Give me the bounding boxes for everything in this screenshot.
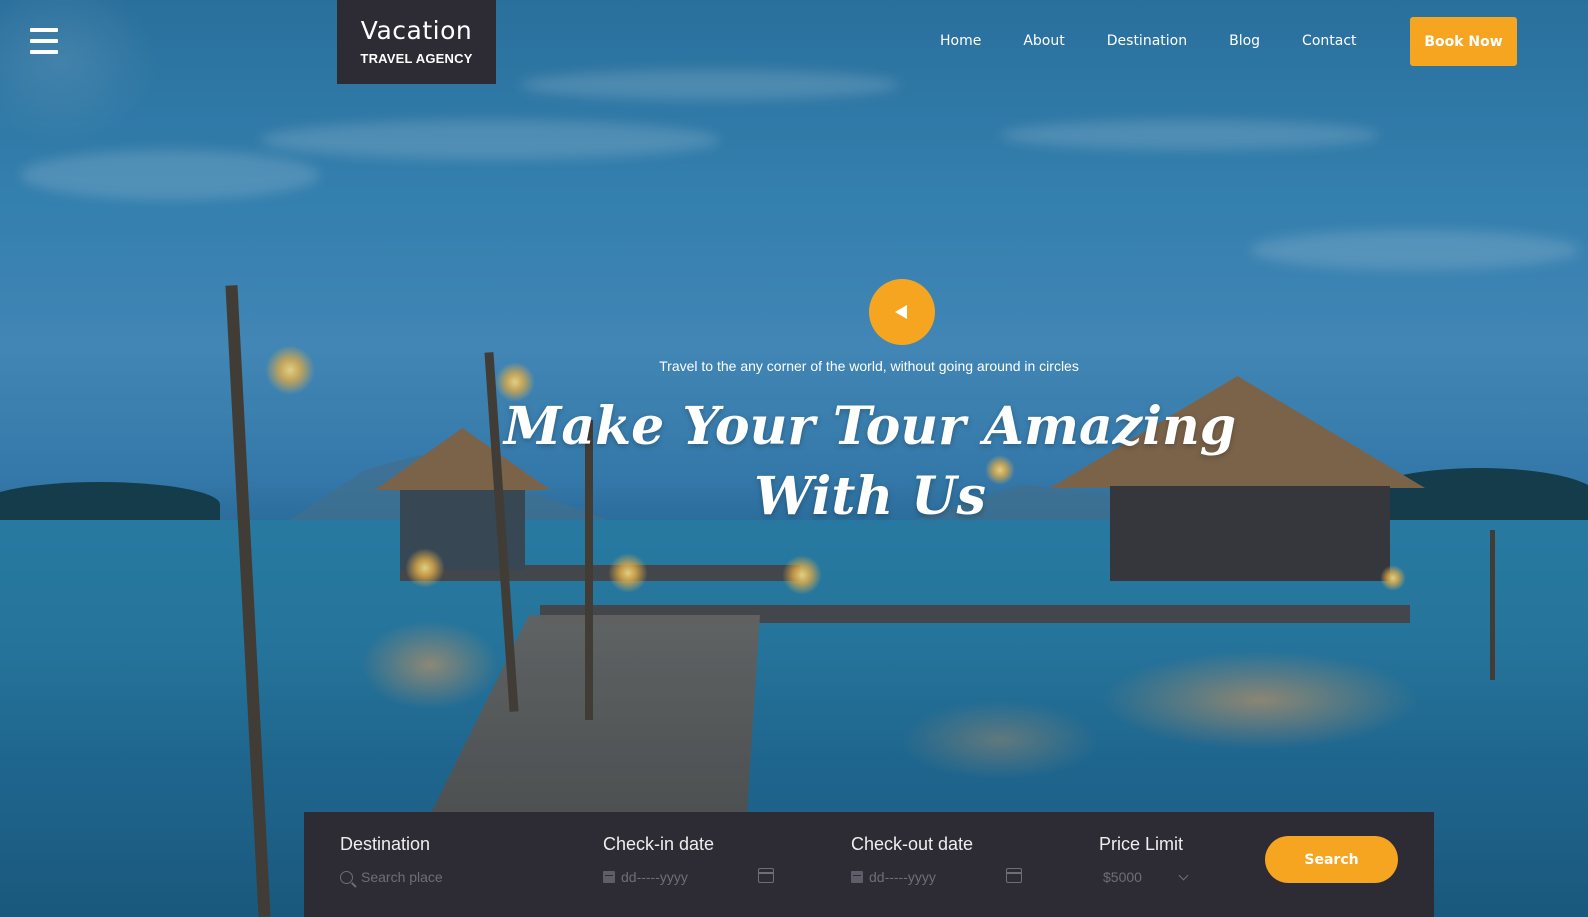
destination-label: Destination xyxy=(340,834,431,854)
price-label: Price Limit xyxy=(1099,834,1184,854)
menu-icon[interactable] xyxy=(30,28,58,54)
main-nav: Home About Destination Blog Contact xyxy=(940,33,1399,49)
headline-line-1: Make Your Tour Amazing xyxy=(503,396,1237,457)
destination-input[interactable]: Search place xyxy=(340,869,443,885)
calendar-icon xyxy=(603,871,615,883)
checkout-calendar-icon[interactable] xyxy=(1006,868,1022,883)
hero-headline: Make Your Tour Amazing With Us xyxy=(440,392,1300,532)
checkout-placeholder: dd-----yyyy xyxy=(869,869,936,885)
checkin-calendar-icon[interactable] xyxy=(758,868,774,883)
price-field: Price Limit $5000 xyxy=(1099,834,1189,885)
play-button[interactable] xyxy=(869,279,935,345)
hero-tagline: Travel to the any corner of the world, w… xyxy=(659,358,1079,374)
nav-contact[interactable]: Contact xyxy=(1302,33,1356,49)
checkin-label: Check-in date xyxy=(603,834,715,854)
logo-title: Vacation xyxy=(360,16,473,45)
checkout-label: Check-out date xyxy=(851,834,974,854)
checkin-placeholder: dd-----yyyy xyxy=(621,869,688,885)
price-value: $5000 xyxy=(1103,869,1142,885)
headline-line-2: With Us xyxy=(754,466,986,527)
nav-destination[interactable]: Destination xyxy=(1107,33,1187,49)
destination-field: Destination Search place xyxy=(340,834,443,885)
checkout-field: Check-out date dd-----yyyy xyxy=(851,834,1031,885)
nav-home[interactable]: Home xyxy=(940,33,981,49)
nav-about[interactable]: About xyxy=(1023,33,1064,49)
price-select[interactable]: $5000 xyxy=(1099,869,1189,885)
search-icon xyxy=(340,870,353,884)
play-icon xyxy=(895,305,907,319)
checkin-field: Check-in date dd-----yyyy xyxy=(603,834,783,885)
destination-placeholder: Search place xyxy=(361,869,443,885)
logo-subtitle: TRAVEL AGENCY xyxy=(360,51,473,66)
search-button[interactable]: Search xyxy=(1265,836,1398,883)
chevron-down-icon xyxy=(1178,870,1189,880)
checkin-input[interactable]: dd-----yyyy xyxy=(603,869,783,885)
nav-blog[interactable]: Blog xyxy=(1229,33,1260,49)
logo[interactable]: Vacation TRAVEL AGENCY xyxy=(337,0,496,84)
book-now-button[interactable]: Book Now xyxy=(1410,17,1517,66)
calendar-icon xyxy=(851,871,863,883)
booking-search-bar: Destination Search place Check-in date d… xyxy=(304,812,1434,917)
checkout-input[interactable]: dd-----yyyy xyxy=(851,869,1031,885)
